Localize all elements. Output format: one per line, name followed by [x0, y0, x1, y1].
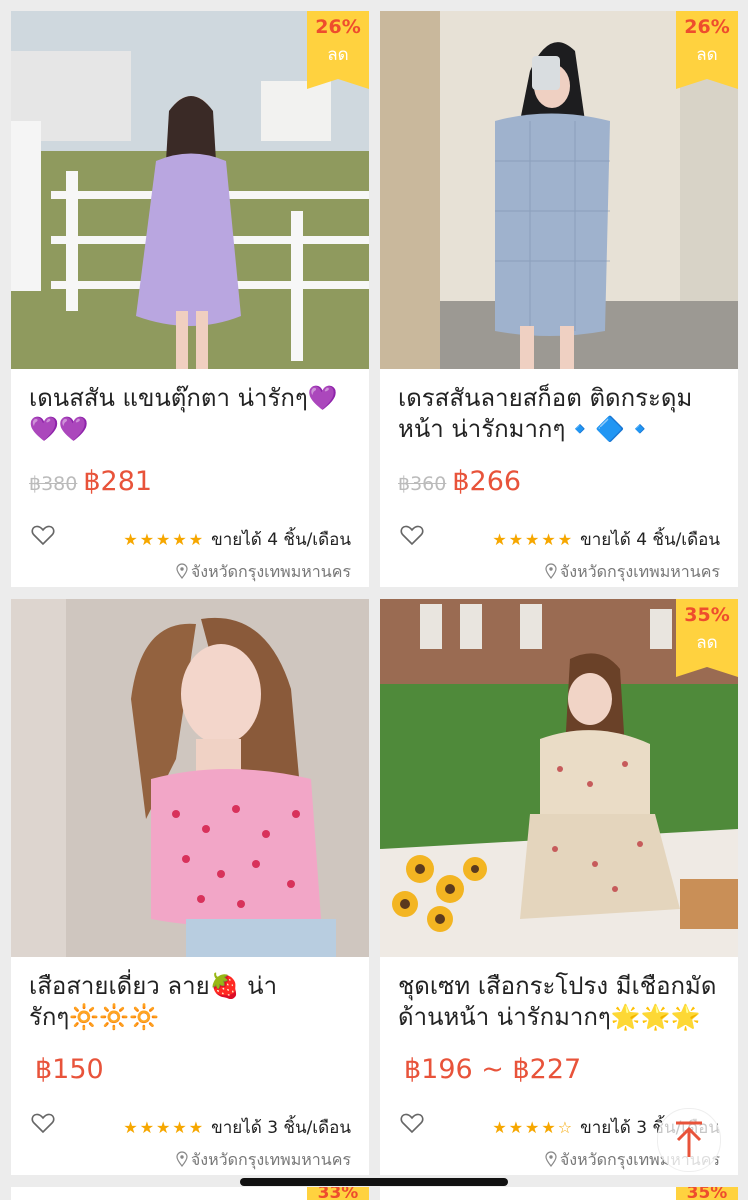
discount-badge: 33%	[307, 1187, 369, 1200]
sale-price: ฿266	[452, 466, 522, 497]
original-price: ฿380	[29, 473, 78, 495]
sale-price: ฿196 ~ ฿227	[404, 1054, 582, 1085]
product-title[interactable]: ชุดเซท เสือกระโปรง มีเชือกมัดด้านหน้า น่…	[398, 971, 728, 1033]
discount-percent: 35%	[686, 1187, 728, 1200]
product-card[interactable]: 26% ลด เดนสสัน แขนตุ๊กตา น่ารักๆ💜💜💜 ฿380…	[11, 11, 369, 587]
arrow-up-icon	[672, 1119, 706, 1163]
rating-sales: ★★★★★ ขายได้ 4 ชิ้น/เดือน	[492, 526, 720, 553]
location-pin-icon	[545, 1151, 557, 1171]
sale-price: ฿281	[83, 466, 153, 497]
rating-sales: ★★★★★ ขายได้ 4 ชิ้น/เดือน	[123, 526, 351, 553]
heart-icon[interactable]	[31, 1112, 55, 1138]
discount-percent: 33%	[317, 1187, 359, 1200]
location-text: จังหวัดกรุงเทพมหานคร	[559, 562, 720, 581]
discount-badge: 26% ลด	[307, 11, 369, 89]
rating-stars: ★★★★★	[123, 1118, 206, 1137]
original-price: ฿360	[398, 473, 447, 495]
discount-badge: 26% ลด	[676, 11, 738, 89]
product-image[interactable]: 26% ลด	[380, 11, 738, 369]
rating-stars: ★★★★★	[492, 530, 575, 549]
seller-location: จังหวัดกรุงเทพมหานคร	[545, 560, 720, 585]
price-row: ฿150	[29, 1054, 104, 1094]
discount-badge: 35% ลด	[676, 599, 738, 677]
rating-sales: ★★★★★ ขายได้ 3 ชิ้น/เดือน	[123, 1114, 351, 1141]
heart-icon[interactable]	[400, 1112, 424, 1138]
location-pin-icon	[176, 563, 188, 583]
product-card[interactable]: 33%	[11, 1187, 369, 1200]
sale-price: ฿150	[35, 1054, 104, 1085]
discount-label: ลด	[696, 45, 718, 65]
heart-icon[interactable]	[400, 524, 424, 550]
home-indicator[interactable]	[240, 1178, 508, 1186]
product-card[interactable]: 35%	[380, 1187, 738, 1200]
product-image[interactable]: 26% ลด	[11, 11, 369, 369]
discount-label: ลด	[696, 633, 718, 653]
discount-percent: 26%	[315, 16, 361, 38]
product-title[interactable]: เดรสสันลายสก็อต ติดกระดุมหน้า น่ารักมากๆ…	[398, 383, 728, 445]
discount-percent: 26%	[684, 16, 730, 38]
price-row: ฿380 ฿281	[29, 466, 152, 506]
product-title[interactable]: เดนสสัน แขนตุ๊กตา น่ารักๆ💜💜💜	[29, 383, 359, 445]
product-title[interactable]: เสือสายเดี่ยว ลาย🍓 น่ารักๆ🔆🔆🔆	[29, 971, 359, 1033]
scroll-top-button[interactable]	[657, 1108, 721, 1172]
sold-count: ขายได้ 4 ชิ้น/เดือน	[580, 530, 720, 550]
rating-stars: ★★★★★	[123, 530, 206, 549]
seller-location: จังหวัดกรุงเทพมหานคร	[176, 560, 351, 585]
discount-label: ลด	[327, 45, 349, 65]
discount-badge: 35%	[676, 1187, 738, 1200]
rating-stars: ★★★★☆	[492, 1118, 575, 1137]
product-image[interactable]	[11, 599, 369, 957]
product-card[interactable]: 26% ลด เดรสสันลายสก็อต ติดกระดุมหน้า น่า…	[380, 11, 738, 587]
heart-icon[interactable]	[31, 524, 55, 550]
sold-count: ขายได้ 3 ชิ้น/เดือน	[211, 1118, 351, 1138]
location-text: จังหวัดกรุงเทพมหานคร	[190, 562, 351, 581]
location-pin-icon	[176, 1151, 188, 1171]
sold-count: ขายได้ 4 ชิ้น/เดือน	[211, 530, 351, 550]
location-text: จังหวัดกรุงเทพมหานคร	[190, 1150, 351, 1169]
product-card[interactable]: 35% ลด ชุดเซท เสือกระโปรง มีเชือกมัดด้าน…	[380, 599, 738, 1175]
product-card[interactable]: เสือสายเดี่ยว ลาย🍓 น่ารักๆ🔆🔆🔆 ฿150 ★★★★★…	[11, 599, 369, 1175]
discount-percent: 35%	[684, 604, 730, 626]
price-row: ฿196 ~ ฿227	[398, 1054, 581, 1094]
seller-location: จังหวัดกรุงเทพมหานคร	[176, 1148, 351, 1173]
price-row: ฿360 ฿266	[398, 466, 521, 506]
product-image[interactable]: 35% ลด	[380, 599, 738, 957]
location-pin-icon	[545, 563, 557, 583]
